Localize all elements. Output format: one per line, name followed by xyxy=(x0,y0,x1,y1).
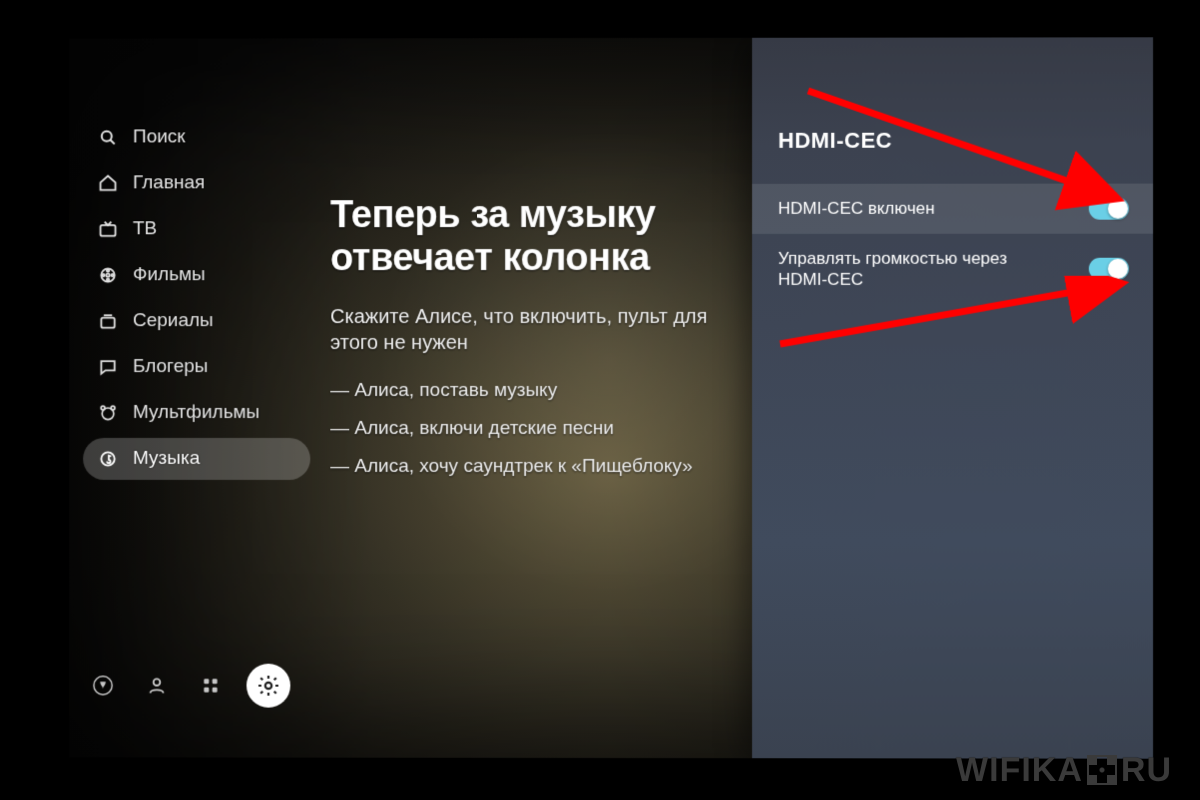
watermark-right: RU xyxy=(1121,751,1172,789)
watermark-qr-icon xyxy=(1087,755,1117,785)
promo-block: Теперь за музыку отвечает колонка Скажит… xyxy=(330,194,750,491)
bottom-bar xyxy=(85,663,290,707)
sidebar-item-label: ТВ xyxy=(133,218,157,240)
toggle-knob xyxy=(1108,199,1128,219)
sidebar-item-bloggers[interactable]: Блогеры xyxy=(83,346,310,388)
sidebar-item-series[interactable]: Сериалы xyxy=(83,300,310,342)
profile-button[interactable] xyxy=(139,668,175,704)
film-icon xyxy=(97,264,119,286)
apps-button[interactable] xyxy=(193,668,229,704)
row-hdmi-cec-enabled[interactable]: HDMI-CEC включен xyxy=(752,184,1153,234)
promo-title: Теперь за музыку отвечает колонка xyxy=(330,194,750,279)
sidebar-item-label: Главная xyxy=(133,172,205,194)
music-icon xyxy=(97,448,119,470)
promo-title-line1: Теперь за музыку xyxy=(330,194,655,236)
row-hdmi-cec-volume[interactable]: Управлять громкостью через HDMI-CEC xyxy=(752,234,1153,305)
sidebar-item-search[interactable]: Поиск xyxy=(83,116,310,158)
tv-screen: Поиск Главная ТВ Фильмы Сериалы xyxy=(69,37,1153,758)
sidebar-item-music[interactable]: Музыка xyxy=(83,438,310,480)
sidebar-nav: Поиск Главная ТВ Фильмы Сериалы xyxy=(83,116,310,480)
row-label: HDMI-CEC включен xyxy=(778,198,935,219)
bear-icon xyxy=(97,402,119,424)
settings-button[interactable] xyxy=(246,664,290,708)
promo-example-3: — Алиса, хочу саундтрек к «Пищеблоку» xyxy=(330,454,750,480)
assistant-button[interactable] xyxy=(85,667,121,703)
sidebar-item-label: Фильмы xyxy=(133,264,206,286)
toggle-hdmi-cec-enabled[interactable] xyxy=(1089,198,1129,220)
watermark-left: WIFIKA xyxy=(956,751,1083,789)
stack-icon xyxy=(97,310,119,332)
search-icon xyxy=(97,126,119,148)
promo-title-line2: отвечает колонка xyxy=(330,237,649,279)
promo-example-2: — Алиса, включи детские песни xyxy=(330,416,750,442)
home-icon xyxy=(97,172,119,194)
sidebar-item-label: Сериалы xyxy=(133,310,214,332)
row-label: Управлять громкостью через HDMI-CEC xyxy=(778,248,1059,291)
hdmi-cec-panel: HDMI-CEC HDMI-CEC включен Управлять гром… xyxy=(752,37,1153,758)
sidebar-item-tv[interactable]: ТВ xyxy=(83,208,310,250)
chat-icon xyxy=(97,356,119,378)
watermark: WIFIKA RU xyxy=(956,751,1172,790)
toggle-hdmi-cec-volume[interactable] xyxy=(1089,258,1129,280)
sidebar-item-label: Музыка xyxy=(133,448,200,470)
sidebar-item-films[interactable]: Фильмы xyxy=(83,254,310,296)
sidebar-item-cartoons[interactable]: Мультфильмы xyxy=(83,392,310,434)
sidebar-item-label: Блогеры xyxy=(133,356,208,378)
toggle-knob xyxy=(1108,259,1128,279)
promo-example-1: — Алиса, поставь музыку xyxy=(330,378,750,404)
panel-title: HDMI-CEC xyxy=(752,63,1153,184)
sidebar-item-label: Мультфильмы xyxy=(133,402,260,424)
sidebar-item-label: Поиск xyxy=(133,126,185,148)
tv-icon xyxy=(97,218,119,240)
promo-subtitle: Скажите Алисе, что включить, пульт для э… xyxy=(330,305,750,356)
sidebar-item-home[interactable]: Главная xyxy=(83,162,310,204)
